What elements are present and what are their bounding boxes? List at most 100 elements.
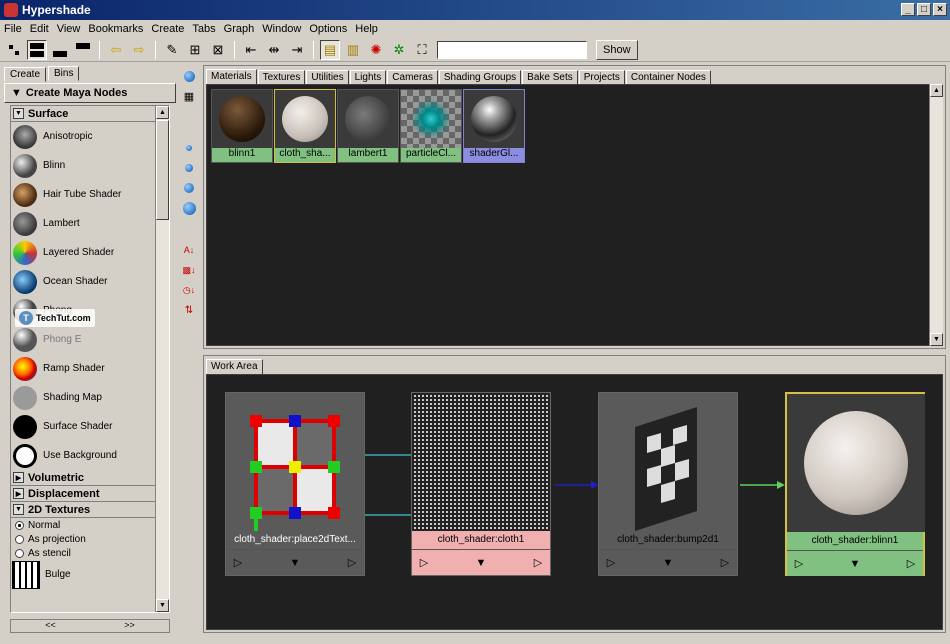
material-swatch[interactable]: blinn1 bbox=[211, 89, 273, 163]
menu-help[interactable]: Help bbox=[355, 23, 378, 35]
graph-node-blinn[interactable]: cloth_shader:blinn1 ▷ ▼ ▷ bbox=[785, 392, 925, 576]
output-port-icon[interactable]: ▷ bbox=[342, 556, 362, 569]
materials-scrollbar[interactable]: ▲ ▼ bbox=[929, 84, 943, 346]
create-maya-nodes-dropdown[interactable]: ▼ Create Maya Nodes bbox=[4, 83, 176, 103]
section-2d-textures[interactable]: ▼ 2D Textures bbox=[11, 502, 169, 518]
output-port-icon[interactable]: ▷ bbox=[901, 557, 921, 570]
input-port-icon[interactable]: ▷ bbox=[601, 556, 621, 569]
medium-icons-icon[interactable] bbox=[180, 159, 198, 177]
expand-arrow-icon[interactable]: ▶ bbox=[13, 472, 24, 483]
prev-page-button[interactable]: << bbox=[45, 620, 56, 632]
sort-by-name-icon[interactable]: A↓ bbox=[180, 241, 198, 259]
tab-textures[interactable]: Textures bbox=[257, 70, 306, 84]
eraser-icon[interactable]: ✎ bbox=[162, 40, 182, 60]
graph-node-bump2d[interactable]: cloth_shader:bump2d1 ▷ ▼ ▷ bbox=[598, 392, 738, 576]
node-bulge[interactable]: Bulge bbox=[11, 560, 169, 589]
menu-tabs[interactable]: Tabs bbox=[192, 23, 215, 35]
large-icons-icon[interactable] bbox=[180, 179, 198, 197]
show-button[interactable]: Show bbox=[596, 39, 638, 60]
sort-by-type-icon[interactable]: ▩↓ bbox=[180, 261, 198, 279]
collapse-arrow-icon[interactable]: ▼ bbox=[13, 108, 24, 119]
tab-projects[interactable]: Projects bbox=[578, 70, 625, 84]
input-port-icon[interactable]: ▷ bbox=[228, 556, 248, 569]
scroll-up-icon[interactable]: ▲ bbox=[156, 106, 169, 119]
tab-bake-sets[interactable]: Bake Sets bbox=[522, 70, 578, 84]
expand-arrow-icon[interactable]: ▶ bbox=[13, 488, 24, 499]
rearrange-graph-icon[interactable]: ⊠ bbox=[208, 40, 228, 60]
input-port-icon[interactable]: ▷ bbox=[789, 557, 809, 570]
node-layered-shader[interactable]: Layered Shader bbox=[11, 238, 169, 267]
sort-by-time-icon[interactable]: ◷↓ bbox=[180, 281, 198, 299]
output-port-icon[interactable]: ▷ bbox=[715, 556, 735, 569]
expand-node-icon[interactable]: ▼ bbox=[658, 557, 678, 569]
expand-node-icon[interactable]: ▼ bbox=[285, 557, 305, 569]
work-area-graph[interactable]: cloth_shader:place2dText... ▷ ▼ ▷ cloth_sh… bbox=[206, 374, 943, 630]
node-hair-tube-shader[interactable]: Hair Tube Shader bbox=[11, 180, 169, 209]
tab-create[interactable]: Create bbox=[4, 67, 47, 82]
radio-as-projection[interactable]: As projection bbox=[11, 532, 169, 546]
input-port-icon[interactable]: ▷ bbox=[414, 556, 434, 569]
radio-as-stencil[interactable]: As stencil bbox=[11, 546, 169, 560]
node-lambert[interactable]: Lambert bbox=[11, 209, 169, 238]
tab-lights[interactable]: Lights bbox=[349, 70, 387, 84]
output-port-icon[interactable]: ▷ bbox=[528, 556, 548, 569]
node-ramp-shader[interactable]: Ramp Shader bbox=[11, 354, 169, 383]
swatch-view-icon[interactable] bbox=[180, 67, 198, 85]
scroll-down-icon[interactable]: ▼ bbox=[930, 333, 943, 346]
scroll-thumb[interactable] bbox=[156, 120, 169, 220]
section-displacement[interactable]: ▶ Displacement bbox=[11, 486, 169, 502]
graph-node-cloth[interactable]: cloth_shader:cloth1 ▷ ▼ ▷ bbox=[411, 392, 551, 576]
container-icon[interactable]: ⛶ bbox=[412, 40, 432, 60]
node-anisotropic[interactable]: Anisotropic bbox=[11, 122, 169, 151]
menu-edit[interactable]: Edit bbox=[30, 23, 49, 35]
small-icons-icon[interactable] bbox=[180, 139, 198, 157]
node-blinn[interactable]: Blinn bbox=[11, 151, 169, 180]
output-connections-icon[interactable]: ⇥ bbox=[287, 40, 307, 60]
menu-window[interactable]: Window bbox=[262, 23, 301, 35]
scroll-down-icon[interactable]: ▼ bbox=[156, 599, 169, 612]
scroll-up-icon[interactable]: ▲ bbox=[930, 84, 943, 97]
show-bottom-tabs-icon[interactable]: ▥ bbox=[343, 40, 363, 60]
xlarge-icons-icon[interactable] bbox=[180, 199, 198, 217]
menu-view[interactable]: View bbox=[57, 23, 81, 35]
node-surface-shader[interactable]: Surface Shader bbox=[11, 412, 169, 441]
menu-bookmarks[interactable]: Bookmarks bbox=[88, 23, 143, 35]
tab-bins[interactable]: Bins bbox=[48, 66, 80, 81]
expand-node-icon[interactable]: ▼ bbox=[845, 558, 865, 570]
section-surface[interactable]: ▼ Surface bbox=[11, 106, 169, 122]
section-volumetric[interactable]: ▶ Volumetric bbox=[11, 470, 169, 486]
menu-graph[interactable]: Graph bbox=[224, 23, 255, 35]
back-arrow-icon[interactable]: ⇦ bbox=[106, 40, 126, 60]
tab-cameras[interactable]: Cameras bbox=[387, 70, 438, 84]
tab-materials[interactable]: Materials bbox=[206, 69, 257, 84]
tab-utilities[interactable]: Utilities bbox=[306, 70, 349, 84]
material-swatch[interactable]: lambert1 bbox=[337, 89, 399, 163]
expand-node-icon[interactable]: ▼ bbox=[471, 557, 491, 569]
material-swatch[interactable]: particleCl... bbox=[400, 89, 462, 163]
show-top-tabs-icon[interactable]: ▤ bbox=[320, 39, 340, 60]
minimize-button[interactable]: _ bbox=[901, 3, 915, 16]
layout-bottom-icon[interactable] bbox=[50, 40, 70, 60]
node-list-scrollbar[interactable]: ▲ ▼ bbox=[155, 106, 169, 612]
menu-file[interactable]: File bbox=[4, 23, 22, 35]
menu-options[interactable]: Options bbox=[309, 23, 347, 35]
menu-create[interactable]: Create bbox=[151, 23, 184, 35]
node-shading-map[interactable]: Shading Map bbox=[11, 383, 169, 412]
forward-arrow-icon[interactable]: ⇨ bbox=[129, 40, 149, 60]
layout-top-icon[interactable] bbox=[73, 40, 93, 60]
graph-node-place2d[interactable]: cloth_shader:place2dText... ▷ ▼ ▷ bbox=[225, 392, 365, 576]
layout-split-icon[interactable] bbox=[27, 39, 47, 60]
list-view-icon[interactable]: ▦ bbox=[180, 87, 198, 105]
input-connections-icon[interactable]: ⇤ bbox=[241, 40, 261, 60]
close-button[interactable]: × bbox=[933, 3, 947, 16]
material-swatch[interactable]: shaderGl... bbox=[463, 89, 525, 163]
graph-network-icon[interactable]: ⊞ bbox=[185, 40, 205, 60]
sort-reverse-icon[interactable]: ⇅ bbox=[180, 301, 198, 319]
material-swatch[interactable]: cloth_sha... bbox=[274, 89, 336, 163]
layout-single-icon[interactable] bbox=[4, 40, 24, 60]
node-phong-e[interactable]: Phong E T TechTut.com bbox=[11, 309, 169, 354]
clear-graph-icon[interactable]: ✲ bbox=[389, 40, 409, 60]
tab-container-nodes[interactable]: Container Nodes bbox=[625, 70, 711, 84]
in-out-connections-icon[interactable]: ⇹ bbox=[264, 40, 284, 60]
maximize-button[interactable]: □ bbox=[917, 3, 931, 16]
